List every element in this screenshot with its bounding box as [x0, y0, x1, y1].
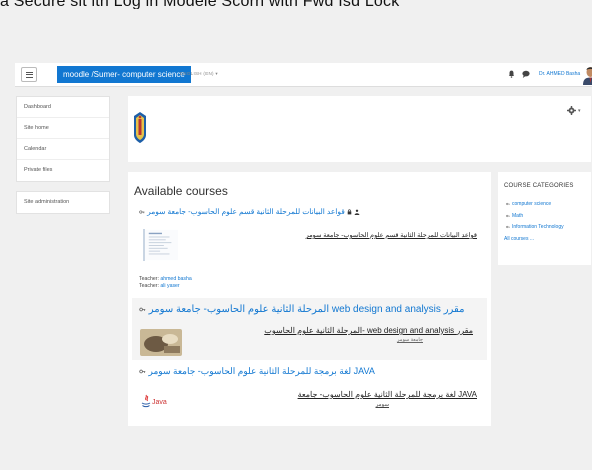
key-icon: [506, 202, 510, 206]
top-navbar: moodle /Sumer- computer science ENGLISH …: [15, 63, 592, 87]
categories-heading: COURSE CATEGORIES: [504, 183, 574, 189]
user-menu-name[interactable]: Dr. AHMED Basha: [539, 71, 580, 77]
teacher-entry: Teacher: ahmed basha: [139, 276, 192, 282]
teacher-entry: Teacher: ali yaser: [139, 283, 180, 289]
course-title-link[interactable]: قواعد البيانات للمرحلة الثانية قسم علوم …: [139, 207, 360, 216]
page-header: ▾: [128, 96, 591, 162]
course-title-link[interactable]: المرحلة الثانية علوم الحاسوب- جامعة سومر…: [139, 304, 464, 315]
course-title-text[interactable]: قواعد البيانات للمرحلة الثانية قسم علوم …: [147, 207, 345, 216]
course-summary-line2: سومر: [375, 402, 389, 408]
teacher-link[interactable]: ahmed basha: [160, 276, 191, 282]
key-icon: [139, 369, 146, 374]
key-icon: [139, 307, 146, 312]
course-title-text[interactable]: لغة برمجة للمرحلة الثانية علوم الحاسوب- …: [149, 366, 375, 376]
nav-block: Dashboard Site home Calendar Private fil…: [16, 96, 110, 182]
avatar[interactable]: [582, 65, 592, 85]
gear-icon[interactable]: [567, 106, 576, 115]
course-thumbnail[interactable]: [140, 329, 182, 356]
chevron-down-icon[interactable]: ▾: [578, 108, 581, 114]
page-title: Available courses: [134, 184, 228, 198]
left-sidebar: Dashboard Site home Calendar Private fil…: [16, 96, 110, 223]
java-logo-text: Java: [152, 398, 167, 406]
bell-icon[interactable]: [508, 70, 515, 78]
course-summary: المرحلة الثانية علوم الحاسوب- web design…: [264, 326, 473, 335]
person-icon: [354, 209, 360, 216]
available-courses-block: Available courses قواعد البيانات للمرحلة…: [128, 172, 491, 426]
category-link[interactable]: Math: [506, 213, 523, 219]
key-icon: [506, 214, 510, 218]
key-icon: [139, 210, 145, 214]
language-menu[interactable]: ENGLISH (EN) ▾: [180, 71, 218, 77]
category-link[interactable]: Information Technology: [506, 224, 564, 230]
teacher-link[interactable]: ali yaser: [160, 283, 179, 289]
course-summary: لغة برمجة للمرحلة الثانية علوم الحاسوب- …: [297, 390, 477, 399]
university-logo: [134, 112, 146, 143]
sidebar-item-calendar[interactable]: Calendar: [17, 139, 109, 160]
chat-icon[interactable]: [522, 70, 530, 78]
page-caption: a Secure sit ith Log in Modele Scorn wit…: [0, 0, 400, 9]
key-icon: [506, 225, 510, 229]
all-courses-link[interactable]: All courses ...: [504, 236, 534, 242]
course-summary: قواعد البيانات للمرحلة الثانية قسم علوم …: [305, 232, 477, 239]
sidebar-item-site-administration[interactable]: Site administration: [17, 192, 109, 213]
site-name-link[interactable]: moodle /Sumer- computer science: [57, 66, 191, 83]
course-summary-line2: جامعة سومر: [397, 337, 423, 343]
course-title-link[interactable]: لغة برمجة للمرحلة الثانية علوم الحاسوب- …: [139, 366, 375, 377]
course-title-text[interactable]: المرحلة الثانية علوم الحاسوب- جامعة سومر…: [149, 304, 465, 315]
menu-toggle-button[interactable]: [21, 67, 37, 82]
sidebar-item-private-files[interactable]: Private files: [17, 160, 109, 181]
sidebar-item-dashboard[interactable]: Dashboard: [17, 97, 109, 118]
java-logo-icon: [141, 394, 151, 408]
course-categories-block: COURSE CATEGORIES computer science Math …: [498, 172, 591, 265]
sidebar-item-site-home[interactable]: Site home: [17, 118, 109, 139]
course-box: المرحلة الثانية علوم الحاسوب- جامعة سومر…: [132, 298, 487, 360]
course-thumbnail[interactable]: Java: [141, 392, 171, 412]
course-thumbnail[interactable]: [143, 229, 178, 261]
hamburger-icon: [25, 71, 33, 73]
lock-icon: [347, 209, 352, 215]
category-link[interactable]: computer science: [506, 201, 551, 207]
admin-block: Site administration: [16, 191, 110, 214]
